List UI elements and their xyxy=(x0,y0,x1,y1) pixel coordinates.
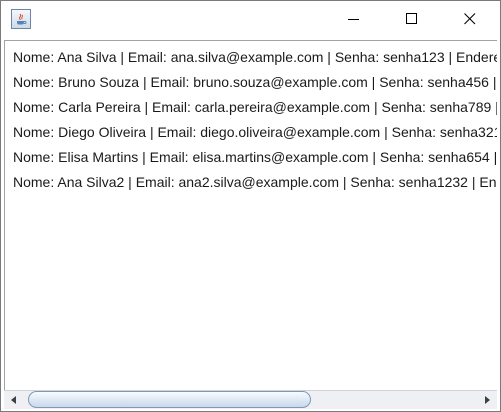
list-item[interactable]: Nome: Diego Oliveira | Email: diego.oliv… xyxy=(13,120,497,145)
user-list-panel[interactable]: Nome: Ana Silva | Email: ana.silva@examp… xyxy=(4,40,497,390)
horizontal-scrollbar[interactable] xyxy=(4,390,497,409)
scroll-right-button[interactable] xyxy=(479,392,495,408)
user-list[interactable]: Nome: Ana Silva | Email: ana.silva@examp… xyxy=(13,45,497,195)
maximize-icon xyxy=(406,13,417,24)
close-icon xyxy=(464,13,476,25)
scroll-left-button[interactable] xyxy=(6,392,22,408)
title-bar[interactable] xyxy=(1,1,500,37)
maximize-button[interactable] xyxy=(389,1,435,37)
list-item[interactable]: Nome: Ana Silva | Email: ana.silva@examp… xyxy=(13,45,497,70)
list-item[interactable]: Nome: Carla Pereira | Email: carla.perei… xyxy=(13,95,497,120)
java-icon[interactable] xyxy=(11,9,31,29)
close-button[interactable] xyxy=(447,1,493,37)
scrollbar-thumb[interactable] xyxy=(28,391,311,408)
minimize-icon xyxy=(348,19,359,20)
list-item[interactable]: Nome: Bruno Souza | Email: bruno.souza@e… xyxy=(13,70,497,95)
arrow-right-icon xyxy=(485,396,490,404)
list-item[interactable]: Nome: Ana Silva2 | Email: ana2.silva@exa… xyxy=(13,170,497,195)
app-window: Nome: Ana Silva | Email: ana.silva@examp… xyxy=(0,0,501,412)
list-item[interactable]: Nome: Elisa Martins | Email: elisa.marti… xyxy=(13,145,497,170)
minimize-button[interactable] xyxy=(331,1,377,37)
arrow-left-icon xyxy=(11,396,16,404)
